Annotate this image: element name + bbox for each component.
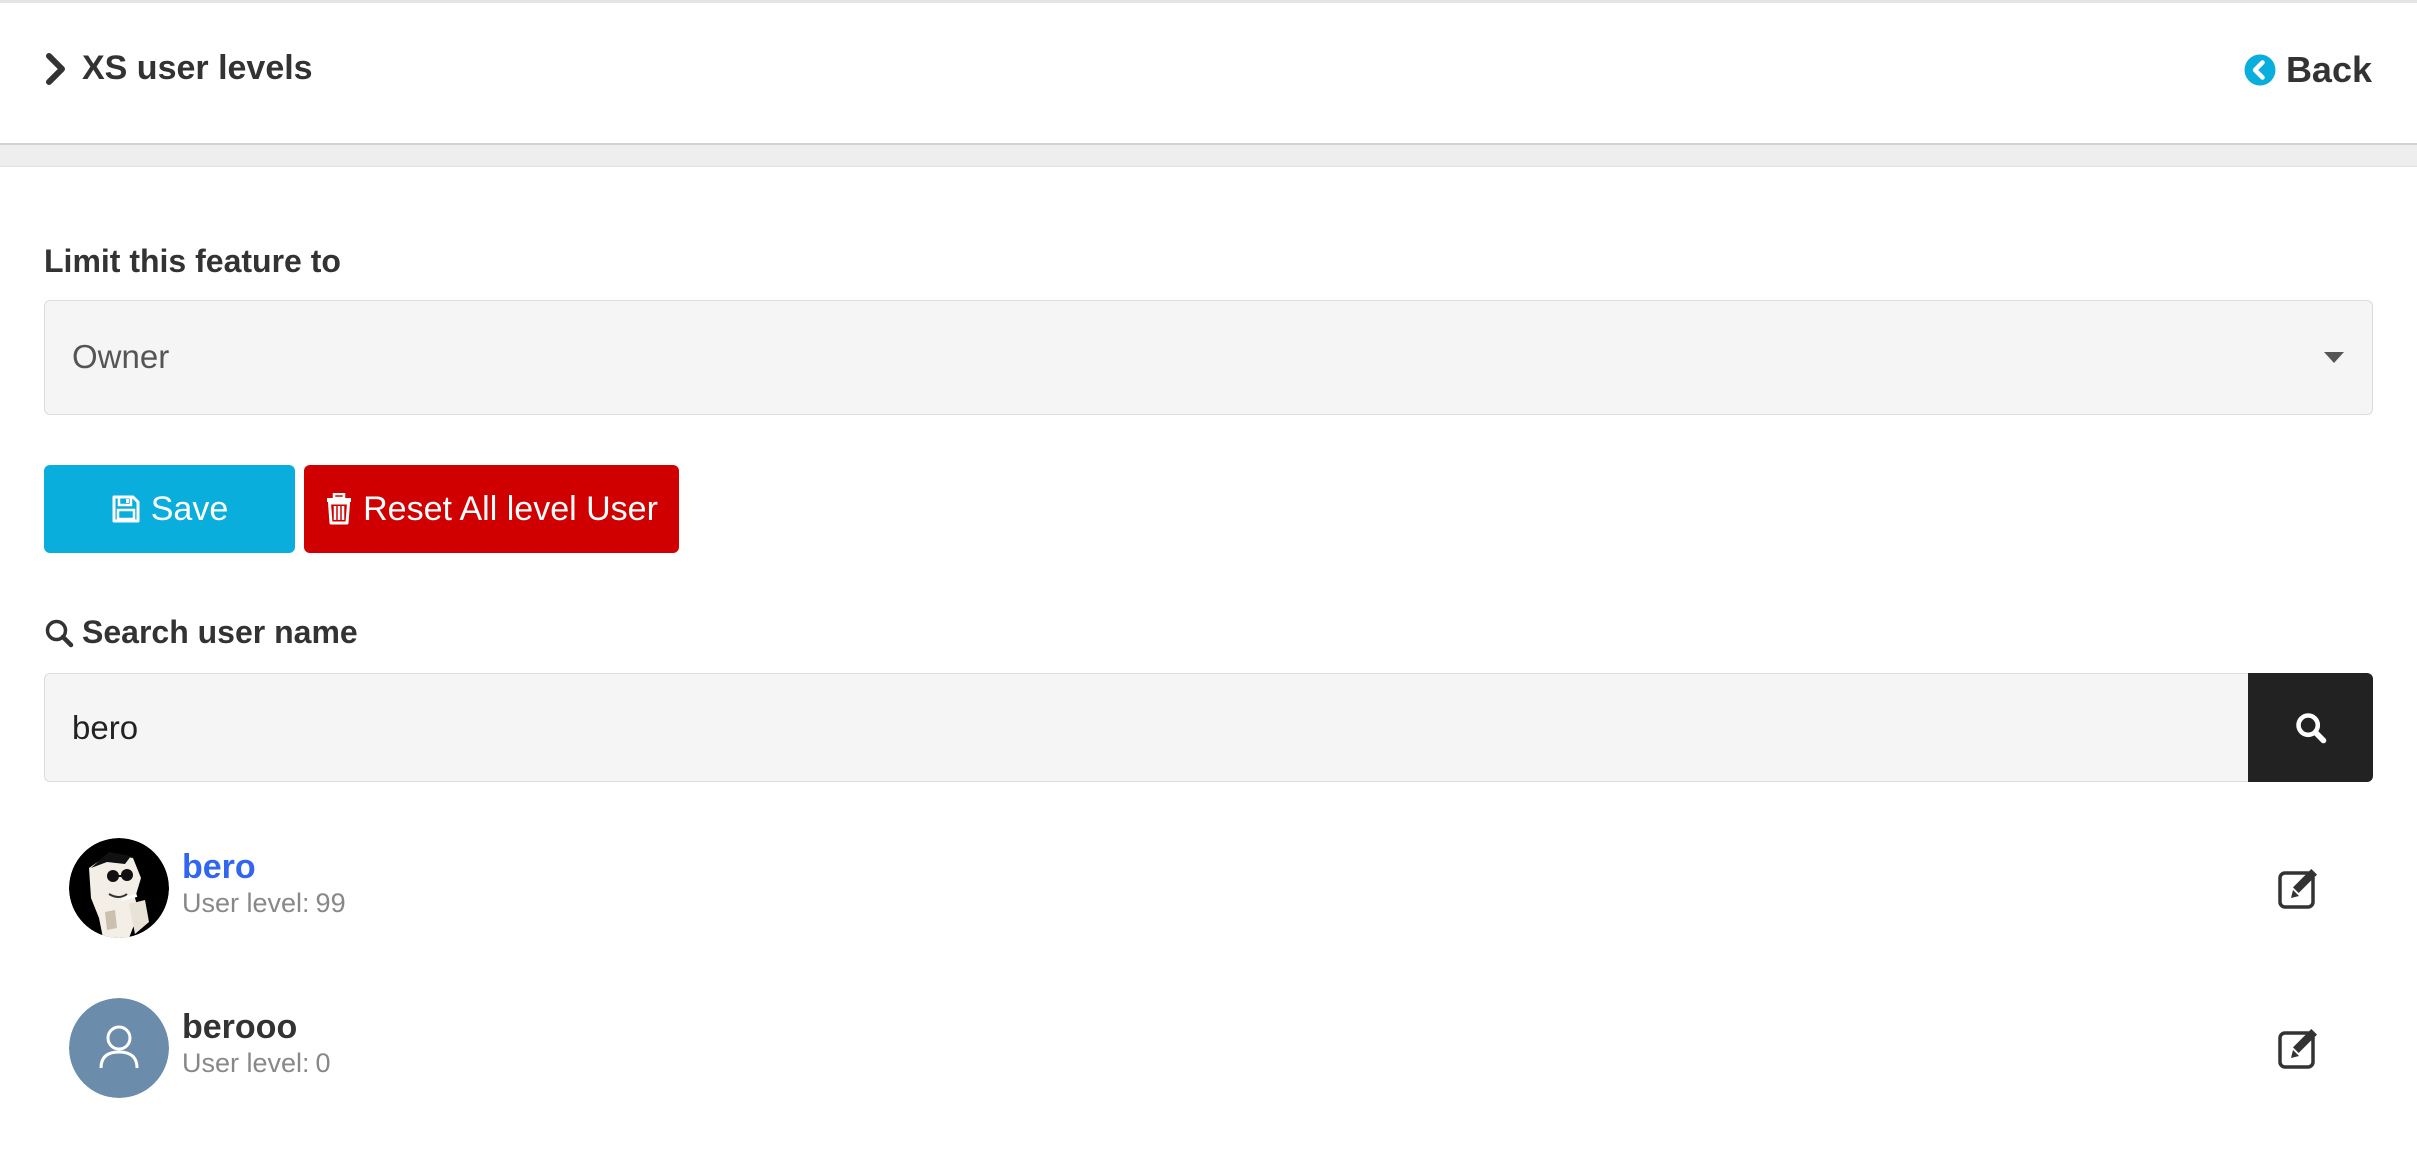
save-button[interactable]: Save	[44, 465, 295, 553]
search-icon	[2295, 712, 2326, 743]
edit-icon[interactable]	[2277, 1025, 2323, 1071]
limit-select-value: Owner	[72, 338, 170, 375]
page-title: XS user levels	[44, 49, 313, 88]
limit-label: Limit this feature to	[44, 243, 341, 279]
person-icon	[69, 998, 169, 1098]
chevron-right-icon	[46, 52, 65, 85]
user-name[interactable]: berooo	[182, 1008, 297, 1047]
search-button[interactable]	[2248, 673, 2373, 782]
user-level-label: User level:	[182, 1048, 310, 1078]
search-label: Search user name	[44, 614, 358, 651]
list-item: bero User level: 99	[44, 818, 2373, 958]
user-photo-icon	[69, 838, 169, 938]
user-name-link[interactable]: bero	[182, 848, 256, 887]
search-icon	[45, 619, 74, 647]
search-input[interactable]	[44, 673, 2249, 782]
user-level: User level: 0	[182, 1048, 331, 1079]
top-bar: XS user levels Back	[0, 0, 2417, 145]
save-button-label: Save	[150, 489, 229, 528]
back-button[interactable]: Back	[2244, 49, 2372, 91]
reset-all-level-button[interactable]: Reset All level User	[304, 465, 679, 553]
user-level-label: User level:	[182, 888, 310, 918]
user-level: User level: 99	[182, 888, 346, 919]
caret-down-icon	[2324, 352, 2344, 363]
avatar	[69, 838, 169, 938]
list-item: berooo User level: 0	[44, 978, 2373, 1118]
user-level-value: 99	[315, 888, 346, 918]
search-label-text: Search user name	[82, 614, 358, 650]
user-level-value: 0	[315, 1048, 331, 1078]
edit-icon[interactable]	[2277, 865, 2323, 911]
floppy-disk-icon	[112, 495, 140, 523]
limit-select[interactable]: Owner	[44, 300, 2373, 415]
page-title-text: XS user levels	[82, 49, 313, 87]
back-arrow-icon	[2244, 54, 2276, 86]
avatar	[69, 998, 169, 1098]
trash-icon	[327, 493, 352, 525]
reset-all-level-button-label: Reset All level User	[363, 489, 658, 528]
back-label: Back	[2285, 49, 2372, 90]
header-divider	[0, 145, 2417, 167]
